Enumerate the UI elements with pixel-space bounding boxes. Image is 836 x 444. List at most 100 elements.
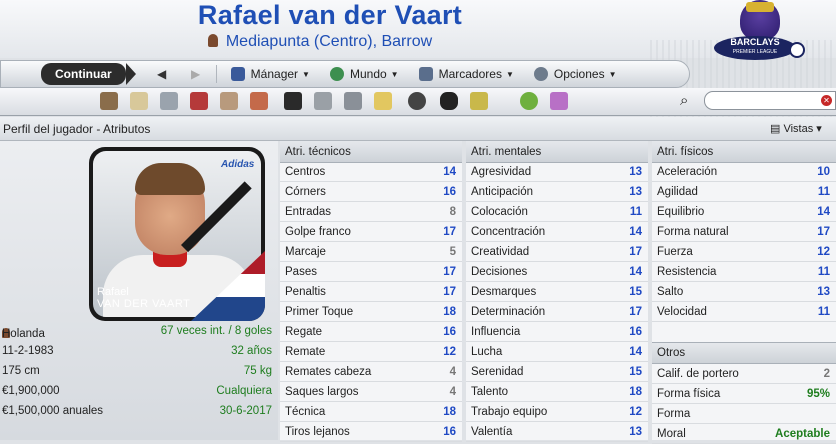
attribute-value: 14 (817, 206, 830, 218)
attribute-value: 11 (817, 306, 830, 318)
squad-icon[interactable] (220, 92, 238, 110)
attribute-row: Calif. de portero 2 (652, 364, 836, 384)
menu-options[interactable]: Opciones ▼ (533, 67, 617, 81)
info-row-contract: €1,500,000 anuales 30-6-2017 (2, 405, 272, 417)
close-icon[interactable]: ✕ (821, 95, 832, 106)
attribute-row: Córners 16 (280, 182, 462, 202)
attribute-name: Decisiones (471, 266, 528, 278)
continue-button[interactable]: Continuar (41, 63, 136, 85)
attribute-name: Valentía (471, 426, 513, 438)
scouting-icon[interactable] (344, 92, 362, 110)
others-header[interactable]: Otros (652, 342, 836, 364)
attribute-value: 13 (817, 286, 830, 298)
globe-icon (329, 67, 344, 81)
finances-icon[interactable] (470, 92, 488, 110)
attribute-row: Resistencia 11 (652, 262, 836, 282)
attribute-row: Centros 14 (280, 162, 462, 182)
attribute-row: Trabajo equipo 12 (466, 402, 648, 422)
menu-world[interactable]: Mundo ▼ (329, 67, 399, 81)
info-row-nationality: Holanda 67 veces int. / 8 goles (2, 325, 272, 340)
help-icon[interactable] (520, 92, 538, 110)
attribute-value: 17 (817, 226, 830, 238)
attribute-name: Marcaje (285, 246, 326, 258)
brand-logo: Adidas (221, 159, 255, 170)
calendar-icon[interactable] (190, 92, 208, 110)
attribute-name: Resistencia (657, 266, 717, 278)
attribute-value: 18 (443, 406, 456, 418)
attribute-row: Técnica 18 (280, 402, 462, 422)
tactics-icon[interactable] (284, 92, 302, 110)
attribute-value: 11 (629, 206, 642, 218)
attribute-value: 14 (629, 226, 642, 238)
mental-header[interactable]: Atri. mentales (466, 141, 648, 163)
info-icon[interactable] (550, 92, 568, 110)
attribute-name: Agresividad (471, 166, 532, 178)
attribute-row: Golpe franco 17 (280, 222, 462, 242)
attribute-row: Regate 16 (280, 322, 462, 342)
match-icon[interactable] (408, 92, 426, 110)
binoculars-icon[interactable] (440, 92, 458, 110)
attribute-row: Desmarques 15 (466, 282, 648, 302)
attribute-name: Calif. de portero (657, 368, 739, 380)
attribute-value: 4 (449, 386, 456, 398)
attribute-name: Serenidad (471, 366, 524, 378)
position-club-text: Mediapunta (Centro), Barrow (225, 33, 433, 50)
attribute-row: Colocación 11 (466, 202, 648, 222)
attribute-name: Córners (285, 186, 326, 198)
technical-header[interactable]: Atri. técnicos (280, 141, 462, 163)
home-icon[interactable] (100, 92, 118, 110)
attribute-value: 11 (817, 186, 830, 198)
menu-manager[interactable]: Mánager ▼ (230, 67, 310, 81)
attribute-value: 12 (443, 346, 456, 358)
attribute-name: Velocidad (657, 306, 707, 318)
attribute-row: Entradas 8 (280, 202, 462, 222)
competition-logo[interactable]: BARCLAYS PREMIER LEAGUE (712, 0, 810, 66)
search-input[interactable]: ✕ (704, 91, 836, 110)
attribute-value: 15 (629, 366, 642, 378)
attribute-value: 16 (629, 326, 642, 338)
physical-header[interactable]: Atri. físicos (652, 141, 836, 163)
player-info-panel: Adidas Rafael VAN DER VAART Holanda 67 ve… (0, 141, 278, 440)
attribute-name: Salto (657, 286, 684, 298)
attribute-row: Tiros lejanos 16 (280, 422, 462, 442)
menu-scores[interactable]: Marcadores ▼ (418, 67, 514, 81)
attribute-value: 15 (629, 286, 642, 298)
attribute-value: 14 (629, 266, 642, 278)
back-arrow-icon[interactable]: ◀ (156, 67, 168, 81)
views-dropdown[interactable]: ▤ Vistas ▾ (770, 122, 822, 135)
attribute-value: 16 (443, 186, 456, 198)
attribute-row: Serenidad 15 (466, 362, 648, 382)
attribute-name: Regate (285, 326, 323, 338)
transfers-icon[interactable] (250, 92, 268, 110)
attribute-value: 13 (629, 186, 642, 198)
notes-icon[interactable] (374, 92, 392, 110)
attribute-name: Determinación (471, 306, 546, 318)
attribute-value: 16 (443, 326, 456, 338)
card-last-name: VAN DER VAART (97, 298, 191, 310)
attribute-row: Equilibrio 14 (652, 202, 836, 222)
crown-icon (746, 2, 774, 12)
attribute-name: Primer Toque (285, 306, 354, 318)
attribute-value: 95% (806, 388, 830, 400)
attribute-row: Talento 18 (466, 382, 648, 402)
attribute-value: 16 (443, 426, 456, 438)
info-row-value: €1,900,000 Cualquiera (2, 385, 272, 397)
attribute-name: Remates cabeza (285, 366, 372, 378)
attribute-name: Fuerza (657, 246, 693, 258)
search-icon[interactable]: ⌕ (680, 92, 688, 109)
news-icon[interactable] (160, 92, 178, 110)
manager-icon (230, 67, 245, 81)
attribute-name: Trabajo equipo (471, 406, 548, 418)
attribute-name: Agilidad (657, 186, 698, 198)
inbox-icon[interactable] (130, 92, 148, 110)
player-name: Rafael van der Vaart (197, 0, 463, 30)
attribute-row: Concentración 14 (466, 222, 648, 242)
attribute-name: Tiros lejanos (285, 426, 350, 438)
trophy-icon[interactable] (314, 92, 332, 110)
attribute-row: Salto 13 (652, 282, 836, 302)
physical-attributes-panel: Atri. físicos Otros Aceleración 10 Agilida… (652, 141, 836, 444)
attribute-name: Entradas (285, 206, 332, 218)
player-subtitle: Mediapunta (Centro), Barrow (0, 33, 640, 51)
attribute-row: Saques largos 4 (280, 382, 462, 402)
forward-arrow-icon[interactable]: ▶ (190, 67, 202, 81)
